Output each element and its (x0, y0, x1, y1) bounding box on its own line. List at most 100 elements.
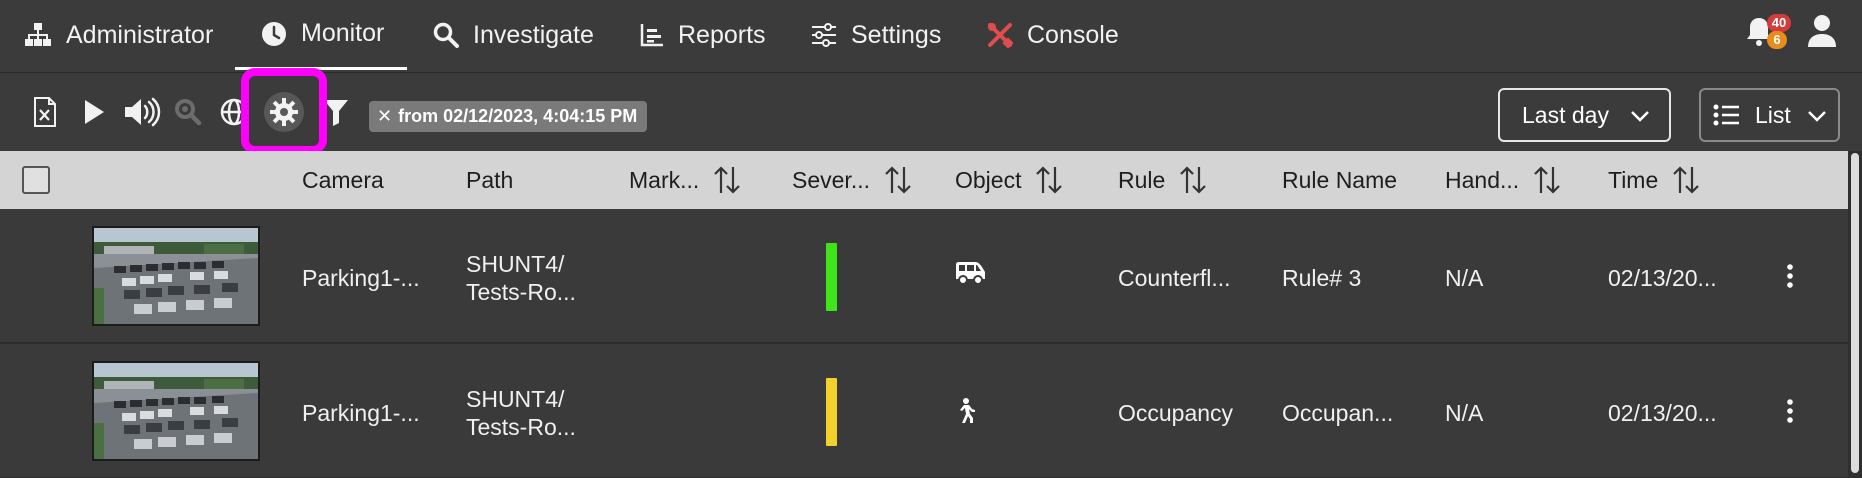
column-header-rule[interactable]: Rule (1118, 151, 1207, 209)
severity-indicator (826, 243, 837, 311)
cell-time: 02/13/20... (1608, 399, 1717, 426)
chevron-down-icon (1631, 111, 1649, 122)
events-table-header: Camera Path Mark... Sever... Object Rule… (0, 151, 1848, 209)
cell-path: SHUNT4/ Tests-Ro... (466, 346, 576, 478)
table-row[interactable]: Parking1-... SHUNT4/ Tests-Ro... Counter… (0, 211, 1848, 344)
sort-arrows-icon[interactable] (884, 165, 912, 195)
column-header-camera[interactable]: Camera (302, 151, 384, 209)
camera-thumbnail[interactable] (92, 226, 260, 326)
cell-path-line2: Tests-Ro... (466, 413, 576, 440)
sort-arrows-icon[interactable] (1672, 165, 1700, 195)
tab-console[interactable]: Console (987, 0, 1119, 70)
tools-icon (987, 22, 1013, 48)
bar-chart-icon (640, 23, 664, 47)
table-row[interactable]: Parking1-... SHUNT4/ Tests-Ro... Occupan… (0, 346, 1848, 478)
cell-handled: N/A (1445, 399, 1484, 426)
sort-arrows-icon[interactable] (1533, 165, 1561, 195)
list-icon (1713, 104, 1739, 126)
sort-arrows-icon[interactable] (713, 165, 741, 195)
parking-lot-thumbnail-image (94, 228, 258, 324)
tab-settings-label: Settings (851, 20, 942, 49)
results-toolbar: ✕ from 02/12/2023, 4:04:15 PM Last day L… (0, 68, 1862, 154)
column-header-time-label: Time (1608, 166, 1659, 193)
time-range-select-value: Last day (1522, 101, 1609, 128)
volume-button[interactable] (123, 96, 161, 128)
tab-investigate-label: Investigate (473, 20, 594, 49)
tab-monitor[interactable]: Monitor (235, 0, 407, 70)
cell-path-line2: Tests-Ro... (466, 278, 576, 305)
cell-rule-name: Rule# 3 (1282, 264, 1362, 291)
tab-administrator-label: Administrator (66, 20, 214, 49)
sitemap-icon (24, 22, 52, 48)
view-mode-select[interactable]: List (1699, 88, 1840, 142)
cell-path-line1: SHUNT4/ (466, 250, 565, 277)
row-more-options-icon[interactable] (1786, 398, 1794, 429)
parking-lot-thumbnail-image (94, 363, 258, 459)
sort-arrows-icon[interactable] (1035, 165, 1063, 195)
column-header-object[interactable]: Object (955, 151, 1063, 209)
cell-rule-name: Occupan... (1282, 399, 1394, 426)
cell-handled: N/A (1445, 264, 1484, 291)
cell-path: SHUNT4/ Tests-Ro... (466, 211, 576, 344)
top-navigation-bar: Administrator Monitor Investigate Report… (0, 0, 1862, 73)
cell-time: 02/13/20... (1608, 264, 1717, 291)
time-range-select[interactable]: Last day (1498, 88, 1671, 142)
user-account-button[interactable] (1806, 14, 1838, 53)
table-scrollbar[interactable] (1848, 151, 1862, 478)
view-mode-select-value: List (1755, 101, 1791, 128)
column-header-camera-label: Camera (302, 166, 384, 193)
notification-count-orange-badge: 6 (1767, 31, 1787, 49)
excel-export-button[interactable] (29, 96, 61, 128)
column-header-handled[interactable]: Hand... (1445, 151, 1561, 209)
van-icon (954, 261, 986, 290)
settings-highlight-outline (241, 68, 327, 154)
row-more-options-icon[interactable] (1786, 263, 1794, 294)
clock-icon (261, 21, 287, 47)
column-header-path-label: Path (466, 166, 514, 193)
column-header-severity[interactable]: Sever... (792, 151, 912, 209)
column-header-rule-name[interactable]: Rule Name (1282, 151, 1397, 209)
cell-rule: Occupancy (1118, 399, 1234, 426)
date-filter-chip[interactable]: ✕ from 02/12/2023, 4:04:15 PM (369, 101, 648, 132)
column-header-time[interactable]: Time (1608, 151, 1700, 209)
notification-count-red-badge: 40 (1767, 14, 1791, 32)
chevron-down-icon (1808, 111, 1826, 122)
zoom-search-button[interactable] (172, 96, 204, 128)
sliders-icon (811, 23, 837, 47)
scrollbar-thumb[interactable] (1851, 153, 1859, 473)
camera-thumbnail[interactable] (92, 361, 260, 461)
play-icon (85, 100, 104, 124)
play-button[interactable] (78, 96, 110, 128)
person-walking-icon (955, 398, 975, 429)
tab-administrator[interactable]: Administrator (24, 0, 213, 70)
tab-reports-label: Reports (678, 20, 766, 49)
severity-indicator (826, 378, 837, 446)
remove-filter-icon[interactable]: ✕ (377, 106, 392, 127)
column-header-rule-label: Rule (1118, 166, 1166, 193)
tab-investigate[interactable]: Investigate (433, 0, 594, 70)
column-header-marked-label: Mark... (629, 166, 700, 193)
column-header-marked[interactable]: Mark... (629, 151, 741, 209)
sort-arrows-icon[interactable] (1179, 165, 1207, 195)
cell-camera: Parking1-... (302, 399, 420, 426)
notifications-button[interactable]: 40 6 (1745, 14, 1791, 54)
cell-camera: Parking1-... (302, 264, 420, 291)
search-icon (433, 22, 459, 48)
tab-reports[interactable]: Reports (640, 0, 766, 70)
column-header-object-label: Object (955, 166, 1022, 193)
select-all-checkbox[interactable] (22, 166, 50, 194)
cell-path-line1: SHUNT4/ (466, 385, 565, 412)
tab-monitor-label: Monitor (301, 19, 385, 47)
volume-icon (125, 97, 161, 127)
cell-rule: Counterfl... (1118, 264, 1231, 291)
tab-console-label: Console (1027, 20, 1119, 49)
date-filter-chip-label: from 02/12/2023, 4:04:15 PM (398, 106, 638, 126)
excel-export-icon (34, 97, 56, 127)
column-header-handled-label: Hand... (1445, 166, 1520, 193)
column-header-path[interactable]: Path (466, 151, 513, 209)
tab-settings[interactable]: Settings (811, 0, 941, 70)
zoom-search-icon (175, 99, 202, 126)
column-header-rule-name-label: Rule Name (1282, 166, 1398, 193)
column-header-severity-label: Sever... (792, 166, 870, 193)
user-icon (1808, 15, 1836, 47)
